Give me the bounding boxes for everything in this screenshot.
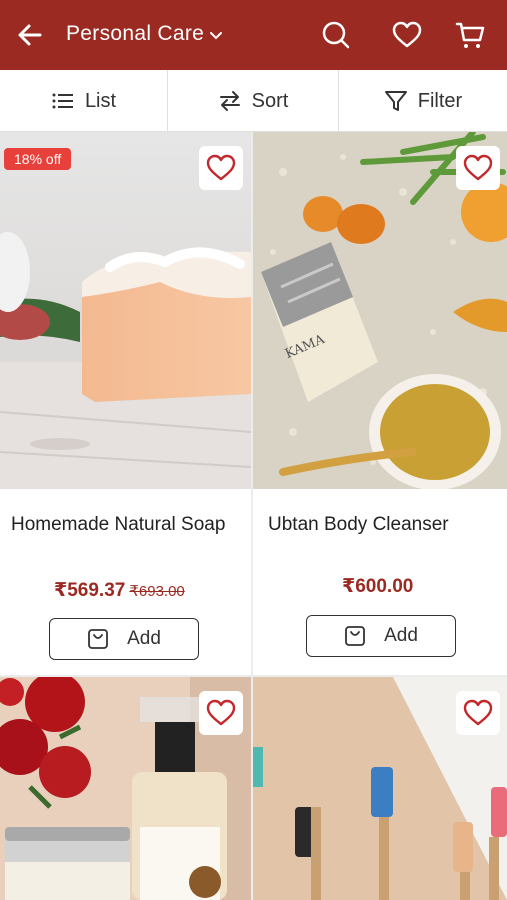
product-price: ₹600.00 <box>342 575 413 598</box>
sort-label: Sort <box>251 89 289 112</box>
add-label: Add <box>127 628 161 649</box>
sale-price: ₹600.00 <box>342 576 414 597</box>
discount-badge: 18% off <box>4 148 72 170</box>
search-icon[interactable] <box>321 20 351 50</box>
cart-icon[interactable] <box>455 20 485 50</box>
app-header: Personal Care <box>0 0 507 70</box>
chevron-down-icon <box>210 32 223 40</box>
product-name[interactable]: Ubtan Body Cleanser <box>268 510 498 540</box>
original-price: ₹693.00 <box>129 583 185 600</box>
heart-outline-icon <box>463 154 493 181</box>
add-to-cart-button[interactable]: Add <box>306 615 456 657</box>
list-label: List <box>84 89 117 112</box>
heart-icon[interactable] <box>392 20 422 50</box>
list-toolbar: List Sort Filter <box>0 70 507 132</box>
list-icon <box>52 93 73 109</box>
grid-divider-vertical <box>251 132 253 900</box>
sort-arrows-icon <box>219 91 240 111</box>
heart-outline-icon <box>206 154 236 181</box>
product-price: ₹569.37 ₹693.00 <box>54 579 185 602</box>
sale-price: ₹569.37 <box>54 580 126 601</box>
filter-label: Filter <box>417 89 463 112</box>
sort-button[interactable]: Sort <box>167 70 338 132</box>
product-name[interactable]: Homemade Natural Soap <box>11 510 241 540</box>
list-view-button[interactable]: List <box>0 70 167 132</box>
product-card[interactable]: KAMA Ubtan Body Cleanser ₹600.00 Add <box>253 132 507 675</box>
wishlist-button[interactable] <box>456 146 500 190</box>
shopping-bag-icon <box>88 629 108 649</box>
heart-outline-icon <box>206 699 236 726</box>
filter-button[interactable]: Filter <box>338 70 507 132</box>
grid-divider-horizontal <box>0 675 507 677</box>
heart-outline-icon <box>463 699 493 726</box>
add-to-cart-button[interactable]: Add <box>49 618 199 660</box>
filter-icon <box>384 91 407 111</box>
wishlist-button[interactable] <box>199 691 243 735</box>
wishlist-button[interactable] <box>199 146 243 190</box>
shopping-bag-icon <box>345 626 365 646</box>
product-card[interactable]: Homemade Natural Soap ₹569.37 ₹693.00 Add <box>0 132 251 675</box>
wishlist-button[interactable] <box>456 691 500 735</box>
category-dropdown[interactable]: Personal Care <box>66 22 224 46</box>
arrow-left-icon[interactable] <box>14 19 46 51</box>
page-title: Personal Care <box>66 22 205 45</box>
add-label: Add <box>384 625 418 646</box>
